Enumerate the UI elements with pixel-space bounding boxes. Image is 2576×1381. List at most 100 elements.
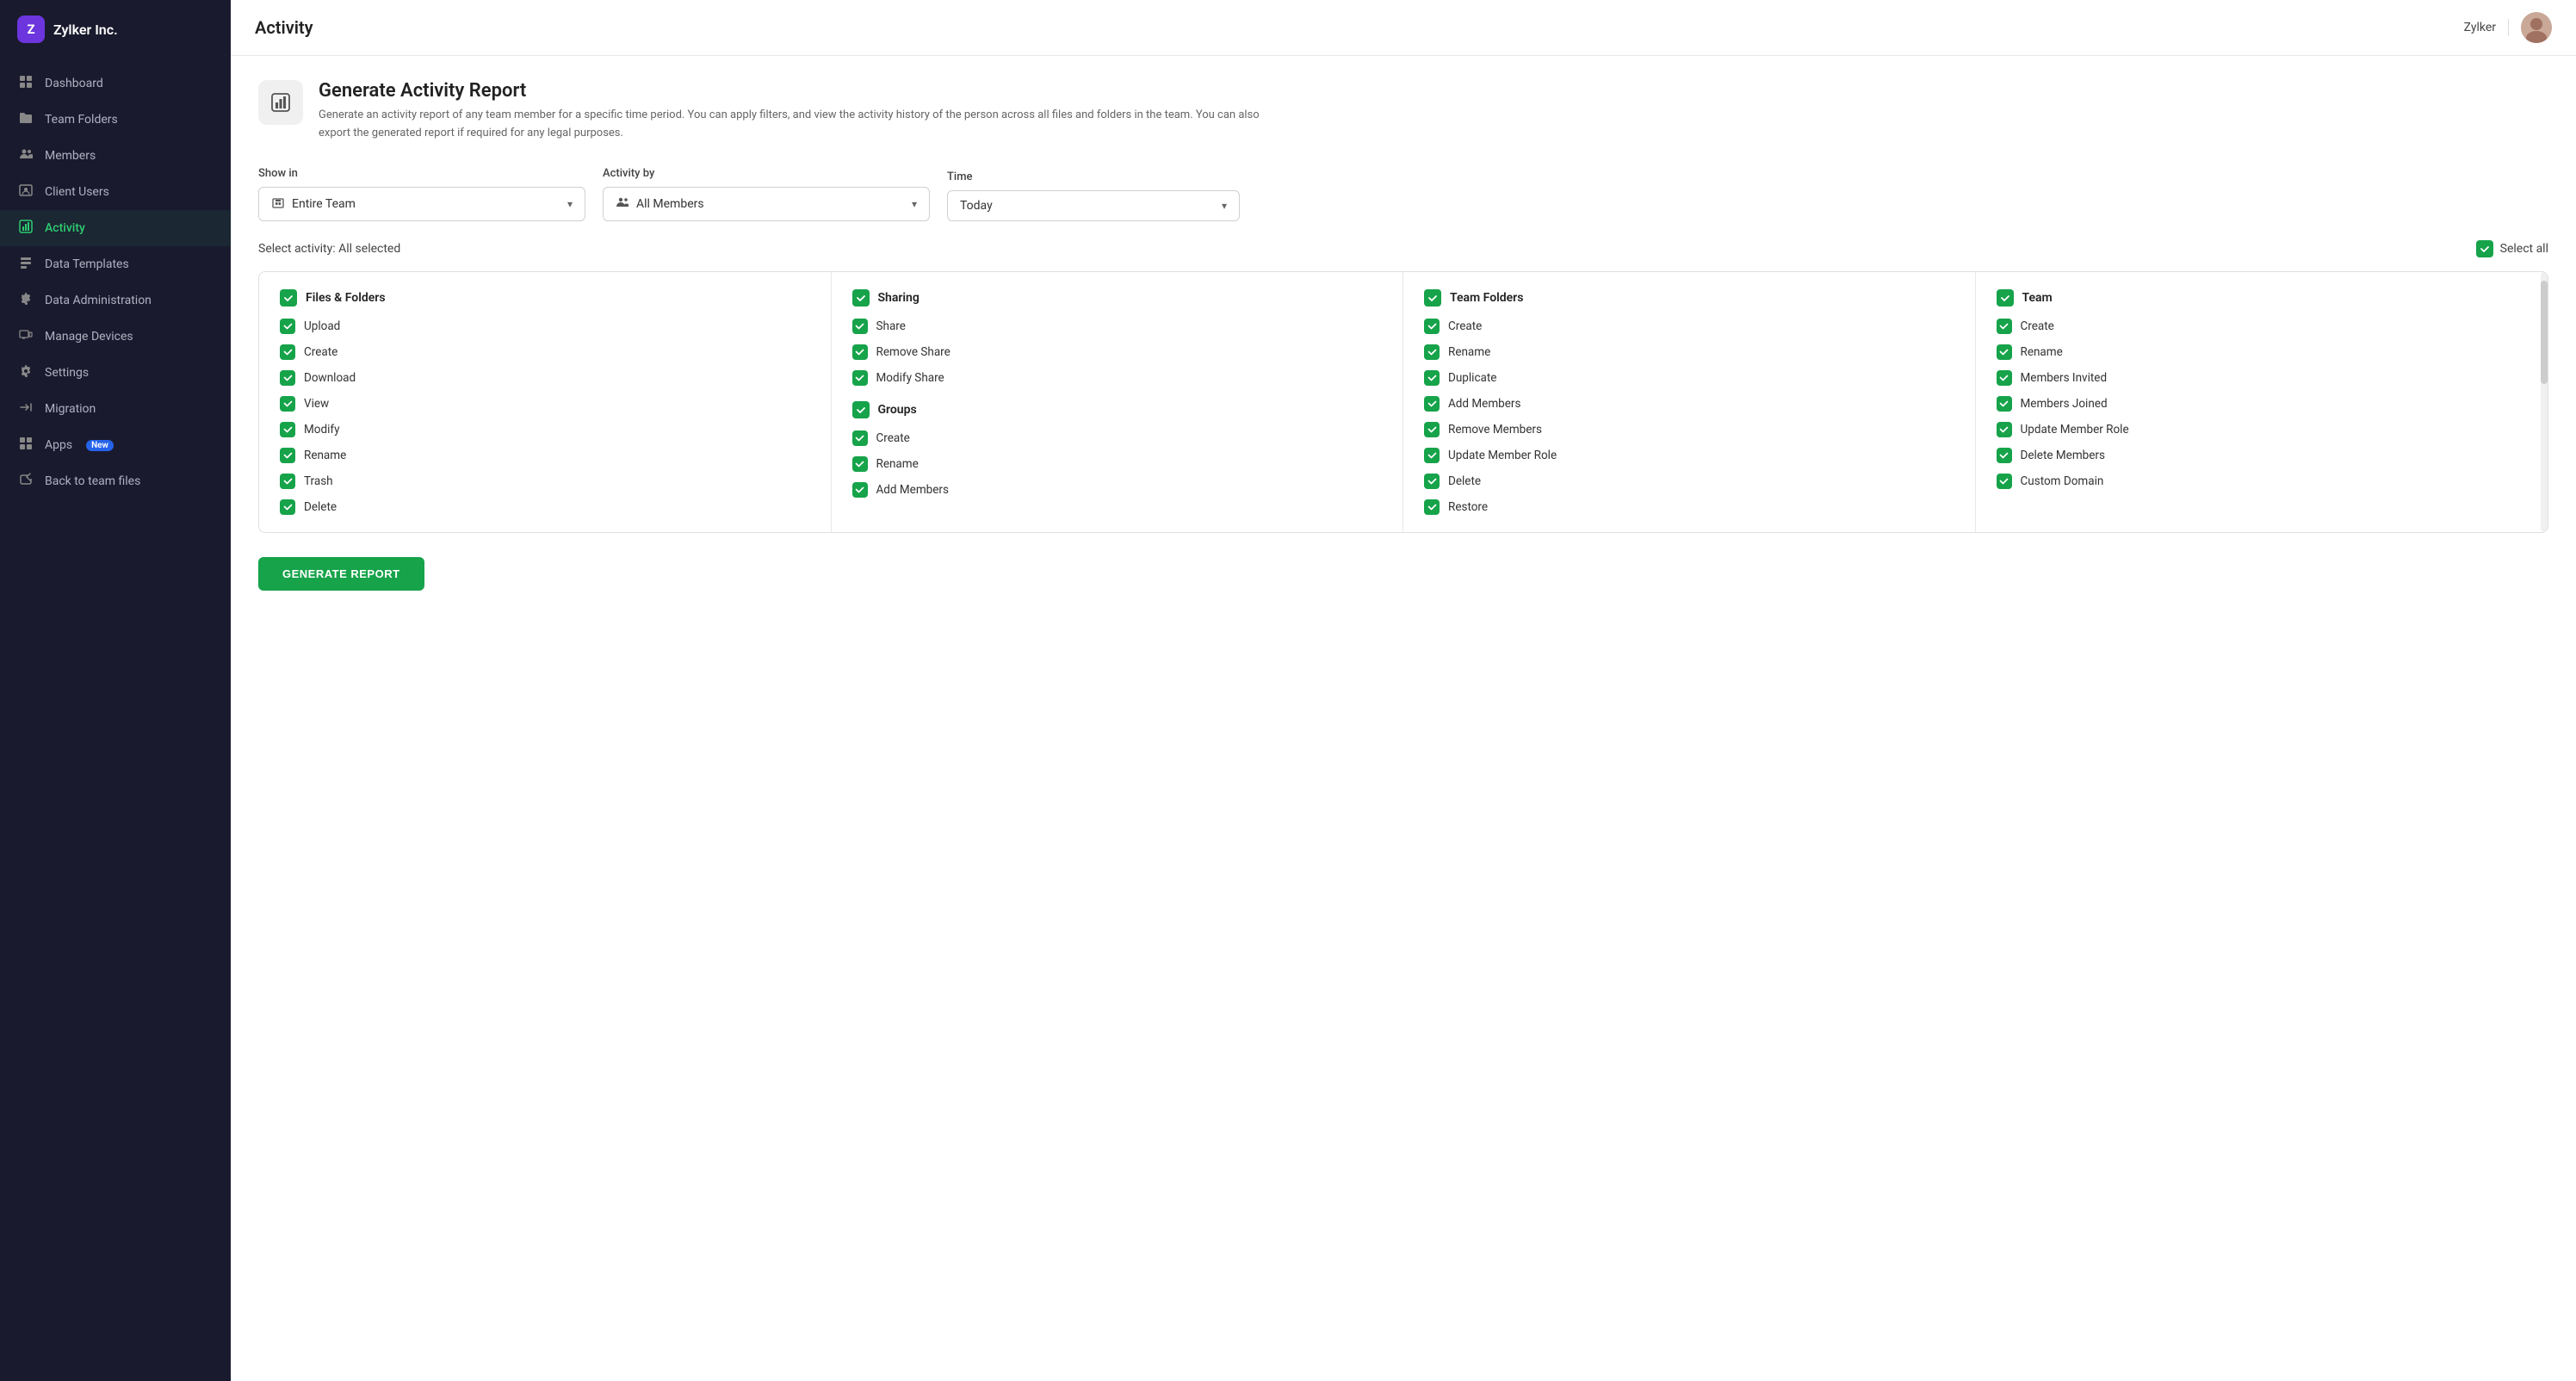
check-create[interactable]: Create: [280, 344, 810, 360]
show-in-select[interactable]: Entire Team ▾: [258, 187, 585, 221]
groups-rename-checkbox[interactable]: [852, 456, 868, 472]
check-upload[interactable]: Upload: [280, 319, 810, 334]
remove-share-checkbox[interactable]: [852, 344, 868, 360]
modify-checkbox[interactable]: [280, 422, 295, 437]
groups-label: Groups: [878, 403, 917, 417]
check-delete-members[interactable]: Delete Members: [1997, 448, 2528, 463]
rename-ff-label: Rename: [304, 449, 346, 462]
check-tf-duplicate[interactable]: Duplicate: [1424, 370, 1954, 386]
check-remove-share[interactable]: Remove Share: [852, 344, 1383, 360]
sidebar-item-data-administration[interactable]: Data Administration: [0, 282, 231, 319]
sidebar-item-settings[interactable]: Settings: [0, 355, 231, 391]
sidebar-item-back-label: Back to team files: [45, 474, 140, 488]
groups-checkbox[interactable]: [852, 401, 870, 418]
tf-delete-checkbox[interactable]: [1424, 474, 1440, 489]
rename-ff-checkbox[interactable]: [280, 448, 295, 463]
check-share[interactable]: Share: [852, 319, 1383, 334]
check-custom-domain[interactable]: Custom Domain: [1997, 474, 2528, 489]
team-folders-icon: [17, 111, 34, 128]
check-trash[interactable]: Trash: [280, 474, 810, 489]
check-delete-ff[interactable]: Delete: [280, 499, 810, 515]
check-groups-create[interactable]: Create: [852, 430, 1383, 446]
share-checkbox[interactable]: [852, 319, 868, 334]
sidebar-item-apps[interactable]: Apps New: [0, 427, 231, 463]
check-groups-rename[interactable]: Rename: [852, 456, 1383, 472]
members-joined-checkbox[interactable]: [1997, 396, 2012, 412]
view-checkbox[interactable]: [280, 396, 295, 412]
activity-by-select[interactable]: All Members ▾: [603, 187, 930, 221]
check-tf-add-members[interactable]: Add Members: [1424, 396, 1954, 412]
tf-add-members-checkbox[interactable]: [1424, 396, 1440, 412]
upload-checkbox[interactable]: [280, 319, 295, 334]
members-icon: [17, 147, 34, 164]
check-rename-ff[interactable]: Rename: [280, 448, 810, 463]
sidebar-item-activity-label: Activity: [45, 221, 85, 235]
modify-share-checkbox[interactable]: [852, 370, 868, 386]
sidebar-item-client-users[interactable]: Client Users: [0, 174, 231, 210]
avatar[interactable]: [2521, 12, 2552, 43]
check-groups-add-members[interactable]: Add Members: [852, 482, 1383, 498]
sidebar-item-settings-label: Settings: [45, 366, 89, 380]
check-modify-share[interactable]: Modify Share: [852, 370, 1383, 386]
check-team-create[interactable]: Create: [1997, 319, 2528, 334]
trash-checkbox[interactable]: [280, 474, 295, 489]
check-view[interactable]: View: [280, 396, 810, 412]
apps-icon: [17, 437, 34, 454]
check-tf-update-member-role[interactable]: Update Member Role: [1424, 448, 1954, 463]
check-tf-restore[interactable]: Restore: [1424, 499, 1954, 515]
check-tf-rename[interactable]: Rename: [1424, 344, 1954, 360]
team-rename-checkbox[interactable]: [1997, 344, 2012, 360]
groups-add-members-checkbox[interactable]: [852, 482, 868, 498]
sidebar-item-migration[interactable]: Migration: [0, 391, 231, 427]
check-members-joined[interactable]: Members Joined: [1997, 396, 2528, 412]
sidebar-item-back-to-team-files[interactable]: Back to team files: [0, 463, 231, 499]
tf-duplicate-checkbox[interactable]: [1424, 370, 1440, 386]
team-col-checkbox[interactable]: [1997, 289, 2014, 307]
check-update-member-role[interactable]: Update Member Role: [1997, 422, 2528, 437]
tf-restore-label: Restore: [1448, 500, 1488, 514]
check-modify[interactable]: Modify: [280, 422, 810, 437]
sidebar-item-dashboard[interactable]: Dashboard: [0, 65, 231, 102]
tf-delete-label: Delete: [1448, 474, 1481, 488]
sharing-checkbox[interactable]: [852, 289, 870, 307]
files-folders-checkbox[interactable]: [280, 289, 297, 307]
sidebar-item-data-templates[interactable]: Data Templates: [0, 246, 231, 282]
members-joined-label: Members Joined: [2021, 397, 2108, 411]
sidebar-item-manage-devices[interactable]: Manage Devices: [0, 319, 231, 355]
download-checkbox[interactable]: [280, 370, 295, 386]
sidebar-item-activity[interactable]: Activity: [0, 210, 231, 246]
scrollbar[interactable]: [2541, 272, 2548, 532]
report-title: Generate Activity Report: [319, 80, 1266, 102]
team-create-checkbox[interactable]: [1997, 319, 2012, 334]
custom-domain-checkbox[interactable]: [1997, 474, 2012, 489]
tf-rename-checkbox[interactable]: [1424, 344, 1440, 360]
tf-update-member-role-checkbox[interactable]: [1424, 448, 1440, 463]
delete-ff-checkbox[interactable]: [280, 499, 295, 515]
delete-members-checkbox[interactable]: [1997, 448, 2012, 463]
check-team-rename[interactable]: Rename: [1997, 344, 2528, 360]
select-all-row[interactable]: Select all: [2476, 240, 2548, 257]
groups-create-checkbox[interactable]: [852, 430, 868, 446]
app-logo[interactable]: Z Zylker Inc.: [0, 0, 231, 59]
select-all-label: Select all: [2500, 242, 2548, 256]
check-download[interactable]: Download: [280, 370, 810, 386]
check-tf-delete[interactable]: Delete: [1424, 474, 1954, 489]
generate-report-button[interactable]: GENERATE REPORT: [258, 557, 424, 591]
time-select[interactable]: Today ▾: [947, 190, 1240, 221]
check-tf-remove-members[interactable]: Remove Members: [1424, 422, 1954, 437]
tf-remove-members-checkbox[interactable]: [1424, 422, 1440, 437]
update-member-role-checkbox[interactable]: [1997, 422, 2012, 437]
client-users-icon: [17, 183, 34, 201]
tf-create-checkbox[interactable]: [1424, 319, 1440, 334]
sidebar-item-team-folders[interactable]: Team Folders: [0, 102, 231, 138]
tf-restore-checkbox[interactable]: [1424, 499, 1440, 515]
check-members-invited[interactable]: Members Invited: [1997, 370, 2528, 386]
sidebar-item-members[interactable]: Members: [0, 138, 231, 174]
scroll-thumb[interactable]: [2541, 281, 2548, 384]
team-folders-cb[interactable]: [1424, 289, 1441, 307]
select-all-checkbox[interactable]: [2476, 240, 2493, 257]
filter-show-in: Show in Entire Team ▾: [258, 167, 585, 221]
check-tf-create[interactable]: Create: [1424, 319, 1954, 334]
create-checkbox[interactable]: [280, 344, 295, 360]
members-invited-checkbox[interactable]: [1997, 370, 2012, 386]
